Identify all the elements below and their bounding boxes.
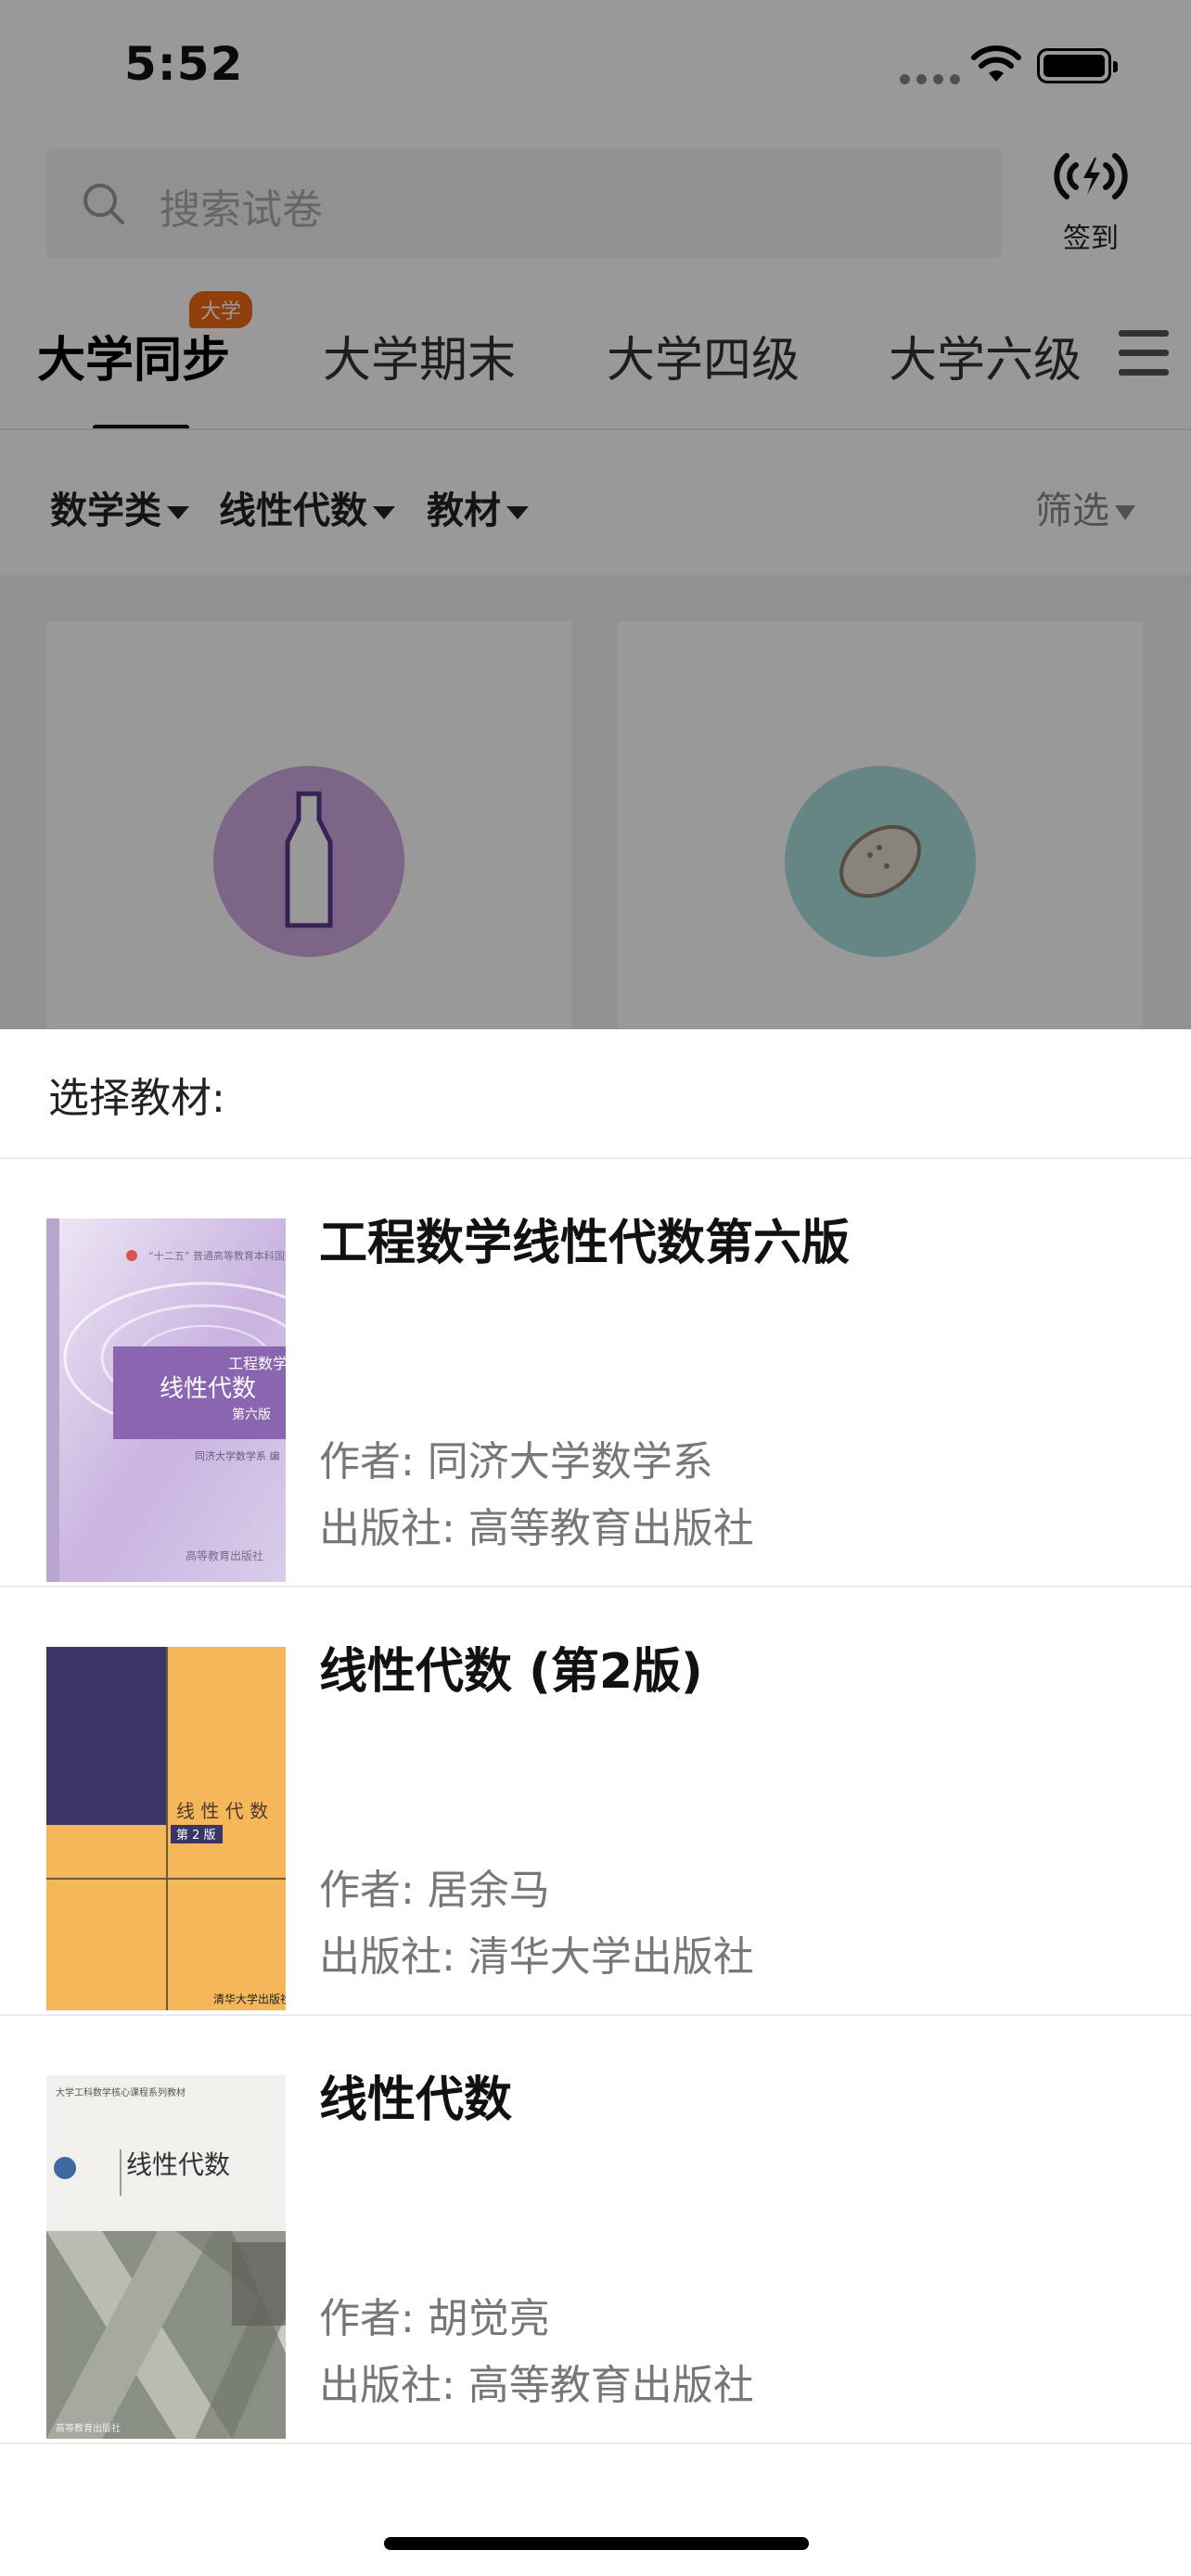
- book-cover: “十二五” 普通高等教育本科国家级规划教材 工程数学 线性代数 第六版 同济大学…: [46, 1218, 286, 1582]
- dim-overlay[interactable]: [0, 0, 1191, 1029]
- cover-title: 线 性 代 数: [176, 1800, 268, 1822]
- cover-title: 线性代数: [160, 1375, 256, 1403]
- cover-series: 工程数学: [228, 1355, 286, 1372]
- divider: [0, 2442, 1191, 2444]
- book-publisher: 出版社: 清华大学出版社: [319, 1933, 754, 1981]
- background-app: 5:52 搜索试卷 签到 大学 大学同步 大学期末 大学四级 大学六级 数学类 …: [0, 0, 1191, 1029]
- book-title: 线性代数: [319, 2072, 513, 2128]
- svg-text:高等教育出版社: 高等教育出版社: [56, 2422, 121, 2434]
- home-indicator[interactable]: [384, 2537, 809, 2550]
- svg-text:“十二五” 普通高等教育本科国家级规划教材: “十二五” 普通高等教育本科国家级规划教材: [148, 1249, 286, 1262]
- svg-text:高等教育出版社: 高等教育出版社: [186, 1549, 263, 1562]
- cover-edition: 第 2 版: [176, 1829, 216, 1843]
- book-cover: 大学工科数学核心课程系列教材 线性代数 高等教育出版社: [46, 2075, 286, 2439]
- cover-edition: 第六版: [232, 1407, 271, 1422]
- book-item[interactable]: 线 性 代 数 第 2 版 清华大学出版社 线性代数 (第2版) 作者: 居余马…: [0, 1588, 1191, 2016]
- book-item[interactable]: “十二五” 普通高等教育本科国家级规划教材 工程数学 线性代数 第六版 同济大学…: [0, 1159, 1191, 1588]
- book-item[interactable]: 大学工科数学核心课程系列教材 线性代数 高等教育出版社 线性代数 作者: 胡觉亮…: [0, 2016, 1191, 2444]
- book-author: 作者: 胡觉亮: [319, 2295, 550, 2342]
- book-publisher: 出版社: 高等教育出版社: [319, 1505, 754, 1552]
- book-author: 作者: 同济大学数学系: [319, 1438, 713, 1486]
- cover-press: 清华大学出版社: [213, 1992, 286, 2006]
- svg-text:大学工科数学核心课程系列教材: 大学工科数学核心课程系列教材: [56, 2086, 186, 2098]
- book-author: 作者: 居余马: [319, 1867, 550, 1914]
- book-title: 线性代数 (第2版): [319, 1644, 703, 1700]
- book-title: 工程数学线性代数第六版: [319, 1216, 851, 1271]
- book-publisher: 出版社: 高等教育出版社: [319, 2362, 754, 2409]
- svg-text:同济大学数学系 编: 同济大学数学系 编: [195, 1449, 280, 1462]
- sheet-title: 选择教材:: [48, 1075, 225, 1122]
- cover-title: 线性代数: [126, 2149, 230, 2180]
- book-cover: 线 性 代 数 第 2 版 清华大学出版社: [46, 1647, 286, 2010]
- select-textbook-sheet: 选择教材: “十二五” 普通高等教育本科国家级规划教材 工程数学 线性代数: [0, 1029, 1191, 2576]
